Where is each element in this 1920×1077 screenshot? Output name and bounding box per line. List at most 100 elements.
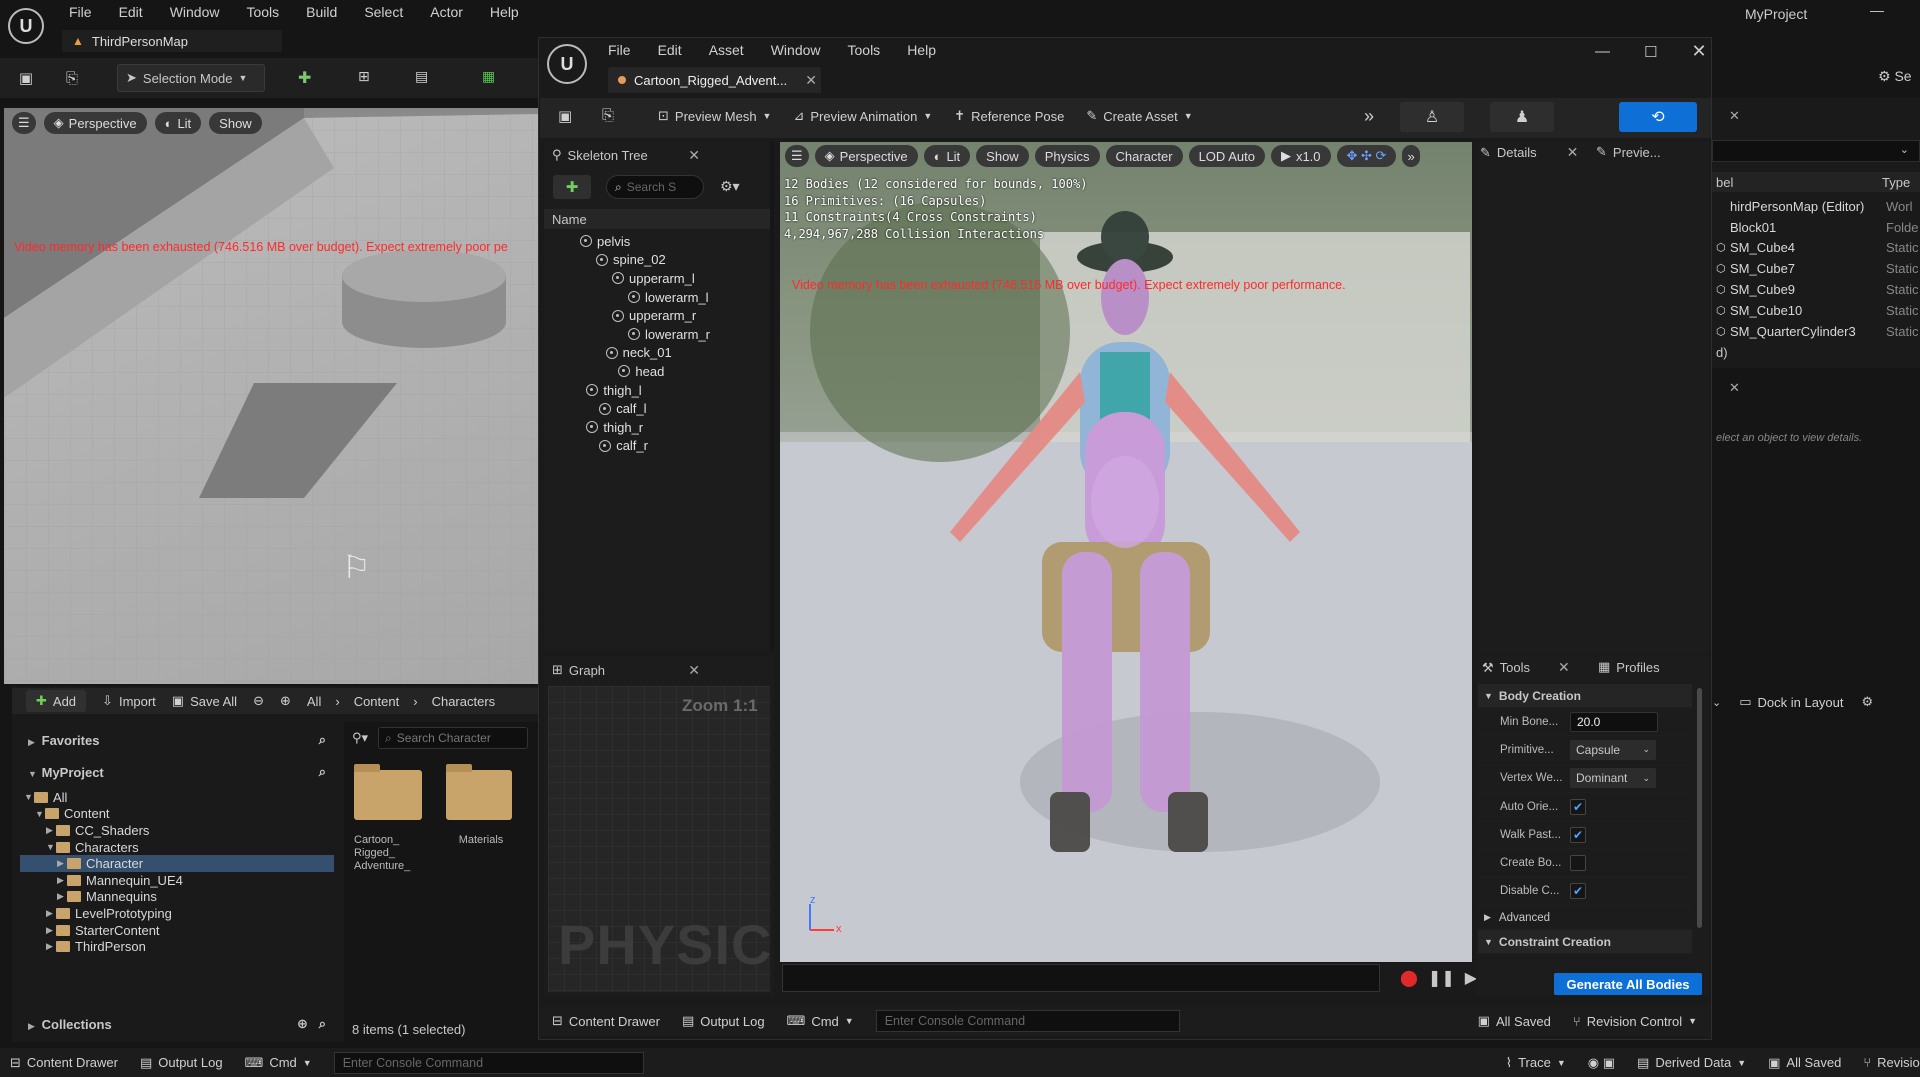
- main-menu-window[interactable]: Window: [170, 4, 220, 20]
- level-perspective-button[interactable]: ◈ Perspective: [43, 112, 147, 134]
- physics-lod-button[interactable]: LOD Auto: [1188, 145, 1265, 167]
- reference-pose-button[interactable]: ✝ Reference Pose: [954, 108, 1064, 124]
- asset-cmd-dropdown[interactable]: ⌨ Cmd ▼: [787, 1013, 854, 1029]
- add-button[interactable]: ✚ Add: [26, 690, 87, 712]
- breadcrumb-item[interactable]: Content: [354, 694, 400, 709]
- asset-console-input[interactable]: Enter Console Command: [875, 1010, 1180, 1032]
- asset-tile-cartoon[interactable]: Cartoon_ Rigged_ Adventure_: [354, 764, 424, 873]
- content-drawer-button[interactable]: ⊟ Content Drawer: [10, 1055, 118, 1071]
- level-tab[interactable]: ▲ ThirdPersonMap: [62, 30, 282, 52]
- tools-scrollbar[interactable]: [1697, 688, 1702, 928]
- caret-right-icon[interactable]: ▶: [57, 858, 67, 869]
- project-header[interactable]: ▼ MyProject ⌕: [18, 762, 336, 782]
- caret-down-icon[interactable]: ▼: [24, 792, 34, 802]
- main-menu-edit[interactable]: Edit: [119, 4, 143, 20]
- import-button[interactable]: ⇩ Import: [102, 693, 156, 709]
- outliner-row[interactable]: ⬡ SM_Cube9 Static: [1712, 279, 1920, 300]
- add-actor-icon[interactable]: ✚: [298, 68, 311, 88]
- breadcrumb-item[interactable]: Characters: [432, 694, 496, 709]
- dock-in-layout-button[interactable]: ▭ Dock in Layout: [1739, 694, 1843, 710]
- minimize-main-icon[interactable]: —: [1870, 2, 1884, 18]
- revision-control-button[interactable]: ⑂ Revision C: [1863, 1055, 1920, 1070]
- skeleton-mode-button[interactable]: ♙: [1400, 102, 1464, 132]
- ue-logo-main[interactable]: U: [8, 8, 44, 44]
- profiles-tab[interactable]: ▦ Profiles: [1598, 659, 1660, 675]
- bone-row[interactable]: pelvis: [544, 232, 774, 251]
- skeleton-tree-tab[interactable]: ⚲ Skeleton Tree ✕: [546, 144, 706, 166]
- details-close-icon[interactable]: ✕: [1729, 380, 1740, 396]
- bone-row[interactable]: upperarm_l: [544, 269, 774, 288]
- outliner-row[interactable]: Block01 Folde: [1712, 217, 1920, 238]
- outliner-row[interactable]: ⬡ SM_Cube7 Static: [1712, 258, 1920, 279]
- asset-tab[interactable]: Cartoon_Rigged_Advent... ✕: [608, 67, 821, 93]
- asset-save-icon[interactable]: ▣: [558, 107, 572, 125]
- maximize-icon[interactable]: ☐: [1644, 43, 1657, 61]
- min-bone-input[interactable]: 20.0: [1570, 711, 1658, 732]
- cinematics-icon[interactable]: ▤: [415, 68, 428, 85]
- save-icon[interactable]: ▣: [16, 68, 36, 88]
- asset-content-drawer-button[interactable]: ⊟ Content Drawer: [552, 1013, 660, 1029]
- main-menu-help[interactable]: Help: [490, 4, 519, 20]
- close-icon[interactable]: ✕: [1691, 41, 1706, 62]
- asset-revision-control-button[interactable]: ⑂ Revision Control ▼: [1573, 1014, 1697, 1029]
- bone-row[interactable]: spine_02: [544, 251, 774, 270]
- outliner-row[interactable]: ⬡ SM_Cube4 Static: [1712, 238, 1920, 259]
- asset-menu-edit[interactable]: Edit: [658, 42, 682, 58]
- viewport-timeline[interactable]: [782, 964, 1380, 992]
- bone-row[interactable]: lowerarm_r: [544, 325, 774, 344]
- details-tab[interactable]: ✎ Details ✕: [1480, 144, 1578, 161]
- skeleton-settings-icon[interactable]: ⚙▾: [720, 178, 740, 195]
- walk-past-checkbox[interactable]: ✔: [1570, 826, 1586, 843]
- folder-tree-item[interactable]: ▶ LevelPrototyping: [20, 905, 334, 922]
- outliner-col-label[interactable]: bel: [1712, 175, 1882, 190]
- settings-button[interactable]: ⚙ Se: [1878, 68, 1912, 85]
- main-menu-build[interactable]: Build: [306, 4, 337, 20]
- pause-icon[interactable]: ❚❚: [1428, 968, 1455, 988]
- caret-right-icon[interactable]: ▶: [46, 925, 56, 936]
- bone-row[interactable]: neck_01: [544, 344, 774, 363]
- disable-c-checkbox[interactable]: ✔: [1570, 883, 1586, 900]
- asset-search-input[interactable]: ⌕ Search Character: [378, 727, 529, 749]
- asset-menu-tools[interactable]: Tools: [848, 42, 881, 58]
- derived-data-dropdown[interactable]: ▤ Derived Data ▼: [1637, 1055, 1746, 1071]
- cmd-dropdown[interactable]: ⌨ Cmd ▼: [245, 1055, 312, 1071]
- bone-row[interactable]: lowerarm_l: [544, 288, 774, 307]
- forward-icon[interactable]: ⊕: [280, 693, 291, 709]
- add-bone-button[interactable]: ✚: [553, 175, 591, 199]
- asset-all-saved-button[interactable]: ▣ All Saved: [1478, 1013, 1551, 1029]
- level-show-button[interactable]: Show: [209, 112, 262, 134]
- dock-chevron-icon[interactable]: ⌄: [1712, 696, 1721, 709]
- level-viewport-menu[interactable]: ☰: [12, 112, 36, 134]
- bone-row[interactable]: upperarm_r: [544, 306, 774, 325]
- main-menu-actor[interactable]: Actor: [430, 4, 463, 20]
- folder-tree-item[interactable]: ▼ Content: [20, 806, 334, 823]
- physics-lit-button[interactable]: ◐ Lit: [923, 145, 971, 167]
- breadcrumb-item[interactable]: All: [307, 694, 321, 709]
- main-menu-file[interactable]: File: [69, 4, 92, 20]
- tools-tab[interactable]: ⚒ Tools ✕: [1482, 659, 1570, 676]
- advanced-row[interactable]: ▶ Advanced: [1478, 906, 1692, 931]
- mesh-mode-button[interactable]: ♟: [1490, 102, 1554, 132]
- folder-tree-item[interactable]: ▶ ThirdPerson: [20, 938, 334, 955]
- tools-close-icon[interactable]: ✕: [1558, 659, 1570, 676]
- physics-show-button[interactable]: Show: [976, 145, 1029, 167]
- expand-toolbar-icon[interactable]: »: [1364, 106, 1374, 127]
- main-menu-select[interactable]: Select: [364, 4, 403, 20]
- skeleton-tree-close-icon[interactable]: ✕: [688, 147, 700, 164]
- folder-tree-item[interactable]: ▶ CC_Shaders: [20, 822, 334, 839]
- output-log-button[interactable]: ▤ Output Log: [140, 1055, 223, 1071]
- folder-tree-item[interactable]: ▶ Mannequins: [20, 889, 334, 906]
- caret-right-icon[interactable]: ▶: [46, 825, 56, 836]
- constraint-creation-header[interactable]: ▼ Constraint Creation: [1478, 930, 1692, 955]
- folder-tree-item[interactable]: ▼ Characters: [20, 839, 334, 856]
- save-all-button[interactable]: ▣ Save All: [172, 693, 237, 709]
- asset-menu-asset[interactable]: Asset: [709, 42, 744, 58]
- all-saved-button[interactable]: ▣ All Saved: [1768, 1055, 1841, 1071]
- minimize-icon[interactable]: —: [1595, 43, 1610, 60]
- asset-browse-icon[interactable]: ⎘: [602, 107, 614, 124]
- physics-viewport[interactable]: 12 Bodies (12 considered for bounds, 100…: [780, 142, 1472, 962]
- bone-row[interactable]: calf_l: [544, 399, 774, 418]
- auto-orient-checkbox[interactable]: ✔: [1570, 798, 1586, 815]
- console-input[interactable]: Enter Console Command: [333, 1051, 644, 1074]
- player-start-icon[interactable]: ⚐: [342, 548, 371, 586]
